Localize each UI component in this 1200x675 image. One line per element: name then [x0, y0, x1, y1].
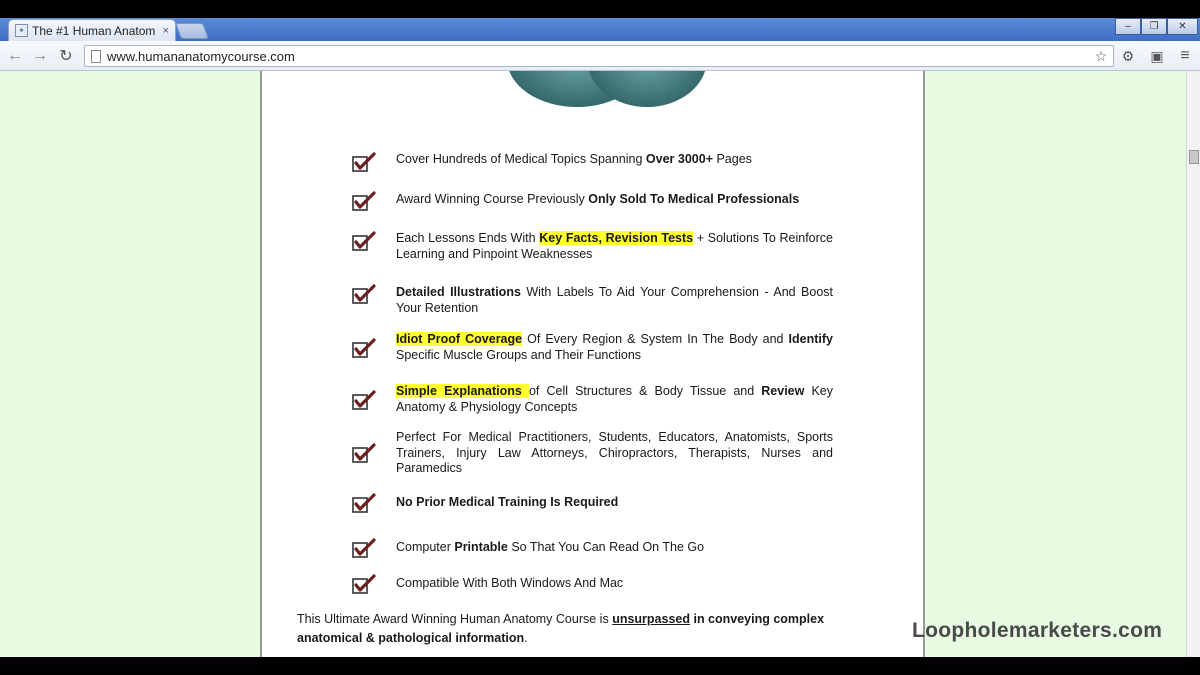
feature-text-part: Over 3000+: [645, 152, 713, 166]
checkmark-icon: [352, 191, 376, 211]
feature-text-part: Perfect For Medical Practitioners, Stude…: [396, 430, 833, 475]
video-letterbox-top: [0, 0, 1200, 18]
browser-titlebar: ✦ The #1 Human Anatom × – ❐ ✕: [0, 18, 1200, 41]
checkmark-icon: [352, 284, 376, 304]
content-column: Cover Hundreds of Medical Topics Spannin…: [260, 71, 925, 657]
forward-arrow-icon[interactable]: →: [31, 47, 49, 65]
browser-toolbar: ← → ↻ www.humananatomycourse.com ☆ ⚙ ▣ ≡: [0, 41, 1200, 71]
page-icon: [91, 49, 101, 63]
feature-text: Perfect For Medical Practitioners, Stude…: [396, 430, 833, 477]
gear-icon[interactable]: ⚙: [1119, 47, 1137, 65]
checkmark-icon: [352, 338, 376, 358]
feature-text-part: Compatible With Both Windows And Mac: [396, 576, 624, 590]
checkmark-icon: [352, 152, 376, 172]
feature-text-part: No Prior Medical Training Is Required: [396, 495, 619, 509]
feature-text: Idiot Proof Coverage Of Every Region & S…: [396, 332, 833, 363]
checkmark-icon: [352, 231, 376, 251]
footer-text-start: This Ultimate Award Winning Human Anatom…: [297, 612, 613, 626]
feature-text-part: Key Facts, Revision Tests: [539, 231, 694, 245]
reload-icon[interactable]: ↻: [57, 47, 75, 65]
page-viewport: Cover Hundreds of Medical Topics Spannin…: [0, 71, 1186, 657]
url-text: www.humananatomycourse.com: [107, 48, 295, 64]
feature-text-part: Review: [761, 384, 805, 398]
product-image: [487, 71, 732, 109]
footer-underlined: unsurpassed: [612, 612, 690, 626]
feature-text: Award Winning Course Previously Only Sol…: [396, 192, 833, 208]
feature-text: Simple Explanations of Cell Structures &…: [396, 384, 833, 415]
feature-text-part: So That You Can Read On The Go: [507, 540, 705, 554]
feature-text-part: Specific Muscle Groups and Their Functio…: [396, 347, 642, 362]
feature-text: Detailed Illustrations With Labels To Ai…: [396, 285, 833, 316]
scrollbar-thumb[interactable]: [1189, 150, 1199, 164]
feature-text: Computer Printable So That You Can Read …: [396, 540, 833, 556]
feature-text-part: Detailed Illustrations: [396, 285, 521, 299]
feature-text-part: of Cell Structures & Body Tissue and: [528, 384, 762, 398]
back-arrow-icon[interactable]: ←: [6, 47, 24, 65]
checkmark-icon: [352, 493, 376, 513]
feature-text: Cover Hundreds of Medical Topics Spannin…: [396, 152, 833, 168]
feature-text-part: Simple Explanations: [396, 384, 529, 398]
bookmark-star-icon[interactable]: ☆: [1092, 47, 1110, 65]
checkmark-icon: [352, 443, 376, 463]
footer-end: .: [524, 631, 528, 645]
menu-icon[interactable]: ≡: [1176, 47, 1194, 65]
vertical-scrollbar[interactable]: [1186, 71, 1200, 657]
close-window-button[interactable]: ✕: [1167, 18, 1198, 35]
footer-paragraph: This Ultimate Award Winning Human Anatom…: [297, 610, 857, 648]
feature-text-part: Cover Hundreds of Medical Topics Spannin…: [396, 152, 646, 166]
minimize-button[interactable]: –: [1115, 18, 1141, 35]
watermark: Loopholemarketers.com: [912, 619, 1163, 642]
maximize-button[interactable]: ❐: [1141, 18, 1167, 35]
tab-close-icon[interactable]: ×: [163, 25, 169, 37]
feature-text: Compatible With Both Windows And Mac: [396, 576, 833, 592]
feature-text-part: Identify: [788, 332, 833, 346]
feature-text-part: Of Every Region & System In The Body and: [522, 332, 789, 346]
tab-title: The #1 Human Anatom: [32, 23, 156, 38]
extension-icon[interactable]: ▣: [1148, 47, 1166, 65]
feature-text-part: Each Lessons Ends With: [396, 231, 540, 245]
browser-tab[interactable]: ✦ The #1 Human Anatom ×: [8, 19, 176, 41]
feature-text-part: Pages: [713, 152, 752, 166]
feature-text-part: Award Winning Course Previously: [396, 192, 589, 206]
video-letterbox-bottom: [0, 657, 1200, 675]
feature-text-part: Computer: [396, 540, 455, 554]
checkmark-icon: [352, 574, 376, 594]
address-bar[interactable]: www.humananatomycourse.com: [84, 45, 1114, 67]
checkmark-icon: [352, 390, 376, 410]
favicon-icon: ✦: [15, 24, 28, 37]
feature-text-part: Idiot Proof Coverage: [396, 332, 523, 346]
new-tab-button[interactable]: [175, 23, 209, 39]
feature-text-part: Printable: [454, 540, 508, 554]
feature-text-part: Only Sold To Medical Professionals: [588, 192, 800, 206]
feature-text: No Prior Medical Training Is Required: [396, 495, 833, 511]
feature-text: Each Lessons Ends With Key Facts, Revisi…: [396, 231, 833, 262]
checkmark-icon: [352, 538, 376, 558]
